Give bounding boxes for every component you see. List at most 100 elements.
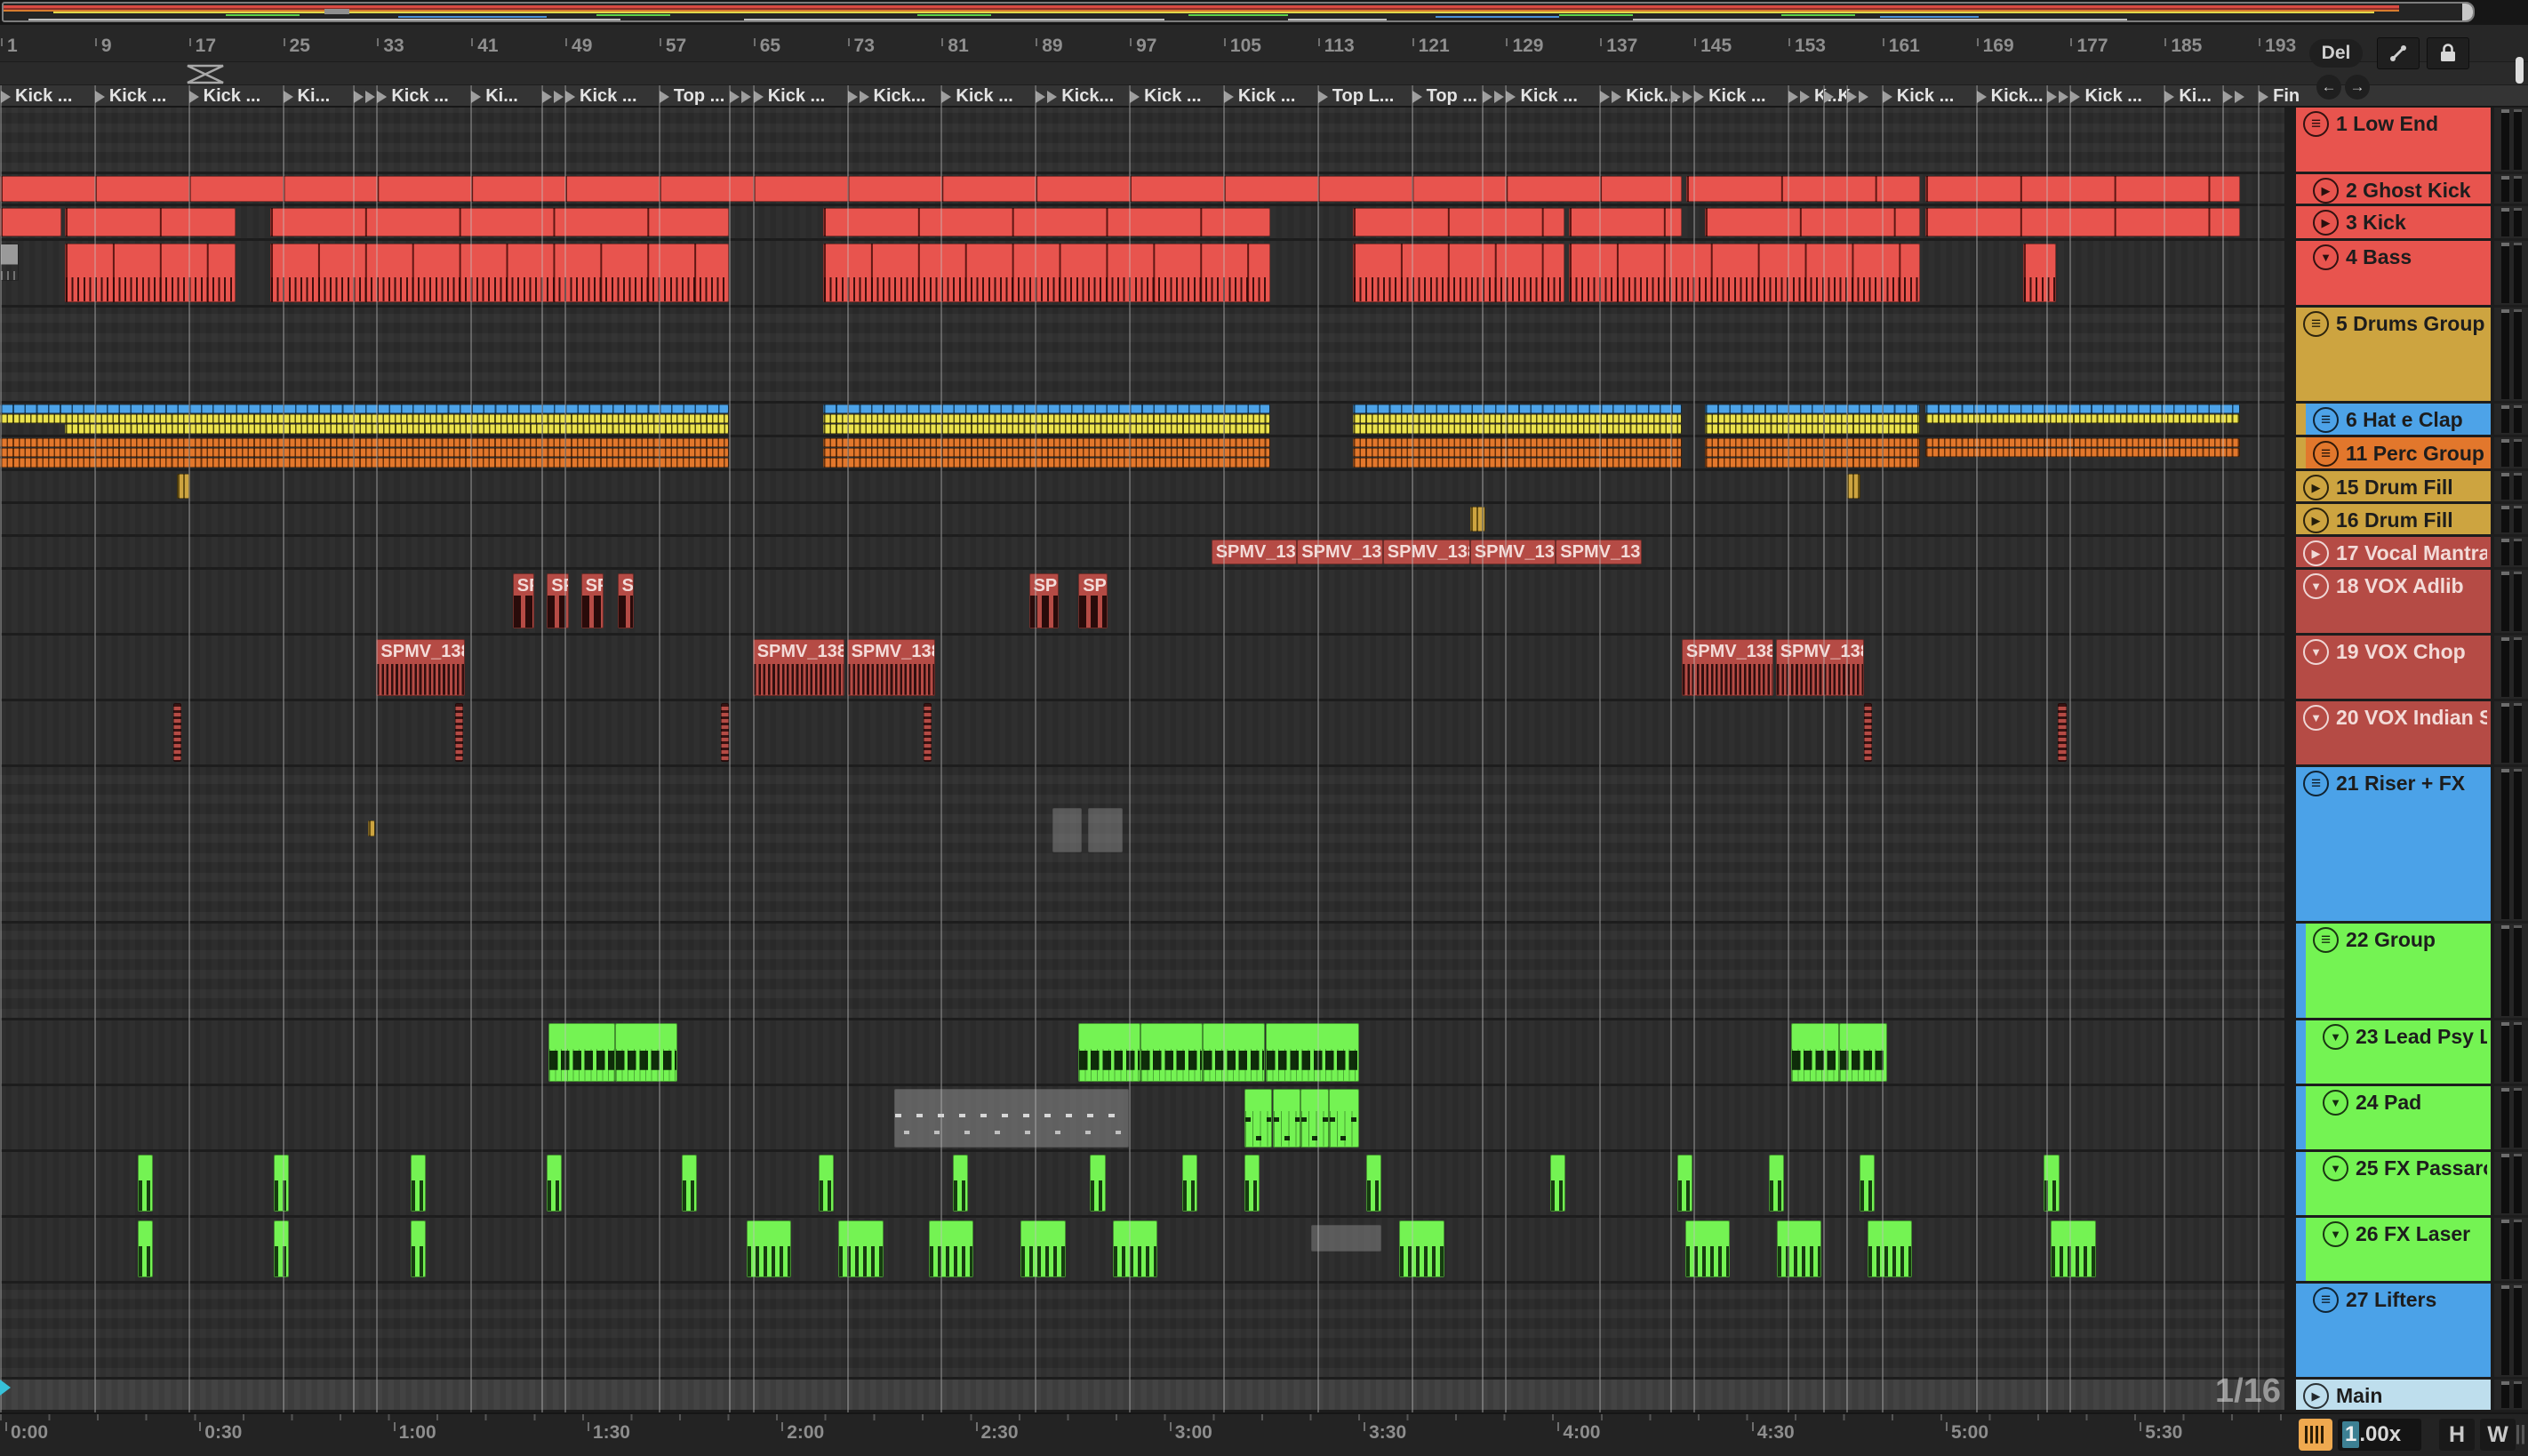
zoom-height-button[interactable]: H (2439, 1419, 2475, 1451)
track-name-block[interactable]: ▼ 23 Lead Psy La (2316, 1020, 2491, 1084)
bar-number[interactable]: 25 (283, 36, 310, 57)
track-lane-ghost-kick[interactable] (0, 174, 2284, 204)
clip[interactable] (1705, 424, 1921, 434)
locator-flag[interactable]: Kick ... (1223, 85, 1295, 106)
clip[interactable] (1859, 1155, 1875, 1212)
vertical-scrollbar[interactable] (2516, 57, 2524, 84)
track-header-drum-fill-15[interactable]: ▶ 15 Drum Fill (2296, 471, 2491, 501)
track-name-block[interactable]: ▶ 2 Ghost Kick (2306, 174, 2491, 204)
track-name-block[interactable]: ≡ 6 Hat e Clap (2306, 404, 2491, 435)
bar-number[interactable]: 129 (1506, 36, 1543, 57)
clip[interactable] (818, 1155, 834, 1212)
bar-number[interactable]: 9 (95, 36, 112, 57)
clip[interactable] (823, 404, 1270, 413)
clip[interactable] (2044, 1155, 2060, 1212)
clip[interactable] (1469, 507, 1485, 532)
clip[interactable]: SPMV_138 (1681, 639, 1774, 696)
track-lane-drum-fill-15[interactable] (0, 471, 2284, 501)
clip[interactable] (1790, 1023, 1840, 1082)
clip[interactable] (1864, 703, 1873, 762)
clip[interactable] (455, 703, 464, 762)
locator-flag[interactable] (2047, 85, 2070, 106)
track-lane-bass[interactable] (0, 241, 2284, 305)
clip[interactable]: SPM (1028, 573, 1059, 628)
clip[interactable]: SPMV_138 (376, 639, 465, 696)
clip[interactable] (1924, 414, 2241, 423)
clip[interactable] (1549, 1155, 1565, 1212)
clip[interactable] (1329, 1089, 1360, 1148)
track-lane-kick[interactable] (0, 206, 2284, 238)
track-name-block[interactable]: ▶ 3 Kick (2306, 206, 2491, 238)
locator-flag[interactable]: Top ... (1412, 85, 1477, 106)
track-header-vox-indian-sc[interactable]: ▼ 20 VOX Indian Sc (2296, 701, 2491, 764)
locator-row[interactable]: Kick ... Kick ... Kick ... Ki... Kick ... Ki.… (0, 85, 2528, 108)
clip[interactable] (1112, 1220, 1157, 1277)
clip[interactable] (823, 448, 1270, 457)
clip[interactable] (1846, 474, 1860, 499)
clip[interactable] (1311, 1225, 1382, 1252)
clip[interactable] (547, 1155, 563, 1212)
track-fold-icon[interactable]: ≡ (2313, 927, 2339, 953)
clip[interactable] (1924, 448, 2241, 457)
bar-number[interactable]: 105 (1223, 36, 1261, 57)
track-lane-vox-chop[interactable]: SPMV_138 SPMV_138 SPMV_138 SPMV_138 SPMV_138 (0, 636, 2284, 699)
track-expanded-icon[interactable]: ▼ (2303, 573, 2329, 599)
track-header-riser-fx[interactable]: ≡ 21 Riser + FX (2296, 767, 2491, 921)
bar-number[interactable]: 137 (1600, 36, 1637, 57)
clip[interactable] (1867, 1220, 1913, 1277)
bar-number[interactable]: 57 (659, 36, 686, 57)
track-collapsed-icon[interactable]: ▶ (2313, 210, 2339, 236)
clip[interactable] (1352, 458, 1682, 468)
track-lane-vocal-mantra[interactable]: SPMV_138SPMV_138SPMV_138SPMV_138SPMV_138 (0, 537, 2284, 567)
track-expanded-icon[interactable]: ▼ (2323, 1221, 2348, 1247)
locator-flag[interactable]: Kick ... (377, 85, 449, 106)
track-header-perc-group[interactable]: ≡ 11 Perc Group (2296, 437, 2491, 468)
track-lane-hat-e-clap[interactable] (0, 404, 2284, 435)
clip[interactable]: SPMV_138 (1297, 540, 1383, 564)
clip[interactable] (1265, 1023, 1360, 1082)
bar-number[interactable]: 41 (471, 36, 499, 57)
clip[interactable]: SPMV_138 (1556, 540, 1642, 564)
locator-flag[interactable]: Kick ... (941, 85, 1013, 106)
bar-number[interactable]: 145 (1694, 36, 1732, 57)
clip[interactable] (1777, 1220, 1822, 1277)
zoom-width-button[interactable]: W (2480, 1419, 2516, 1451)
corner-grip[interactable] (2514, 1419, 2526, 1451)
clip[interactable] (0, 176, 1682, 202)
track-lane-group-22[interactable] (0, 924, 2284, 1018)
clip[interactable] (0, 458, 730, 468)
track-header-vox-adlib[interactable]: ▼ 18 VOX Adlib (2296, 570, 2491, 633)
clip[interactable] (176, 474, 191, 499)
clip[interactable] (1399, 1220, 1444, 1277)
locator-flag[interactable]: Kick... (1976, 85, 2044, 106)
clip[interactable] (1352, 438, 1682, 447)
locator-flag[interactable]: Kick ... (1882, 85, 1954, 106)
track-lane-drum-fill-16[interactable] (0, 504, 2284, 534)
bar-number[interactable]: 113 (1317, 36, 1355, 57)
clip[interactable] (1924, 438, 2241, 447)
bar-number[interactable]: 1 (1, 36, 18, 57)
clip[interactable] (274, 1155, 290, 1212)
track-fold-icon[interactable]: ≡ (2313, 441, 2339, 467)
clip[interactable] (410, 1220, 426, 1277)
locator-flag[interactable]: Kick ... (2070, 85, 2142, 106)
track-fold-icon[interactable]: ≡ (2303, 311, 2329, 337)
locator-flag[interactable]: Kick ... (565, 85, 637, 106)
track-header-drum-fill-16[interactable]: ▶ 16 Drum Fill (2296, 504, 2491, 534)
clip[interactable] (64, 424, 730, 434)
clip[interactable] (1300, 1089, 1329, 1148)
locator-flag[interactable]: Kick... (1036, 85, 1114, 106)
track-name-block[interactable]: ▶ 15 Drum Fill (2296, 471, 2491, 501)
track-header-hat-e-clap[interactable]: ≡ 6 Hat e Clap (2296, 404, 2491, 435)
track-expanded-icon[interactable]: ▼ (2323, 1090, 2348, 1116)
bar-number[interactable]: 161 (1882, 36, 1920, 57)
track-name-block[interactable]: ▼ 18 VOX Adlib (2296, 570, 2491, 633)
track-header-fx-passaro[interactable]: ▼ 25 FX Passaro (2296, 1152, 2491, 1215)
clip[interactable] (1352, 424, 1682, 434)
clip[interactable] (1705, 438, 1921, 447)
bar-number[interactable]: 185 (2164, 36, 2202, 57)
beat-ruler[interactable]: 1 9 17 25 33 41 49 57 65 73 81 89 97 105 113 121 129 137 1… (0, 25, 2528, 62)
clip[interactable] (1203, 1023, 1266, 1082)
clip[interactable] (0, 438, 730, 447)
playback-speed-field[interactable]: 1.00x (2338, 1419, 2421, 1451)
